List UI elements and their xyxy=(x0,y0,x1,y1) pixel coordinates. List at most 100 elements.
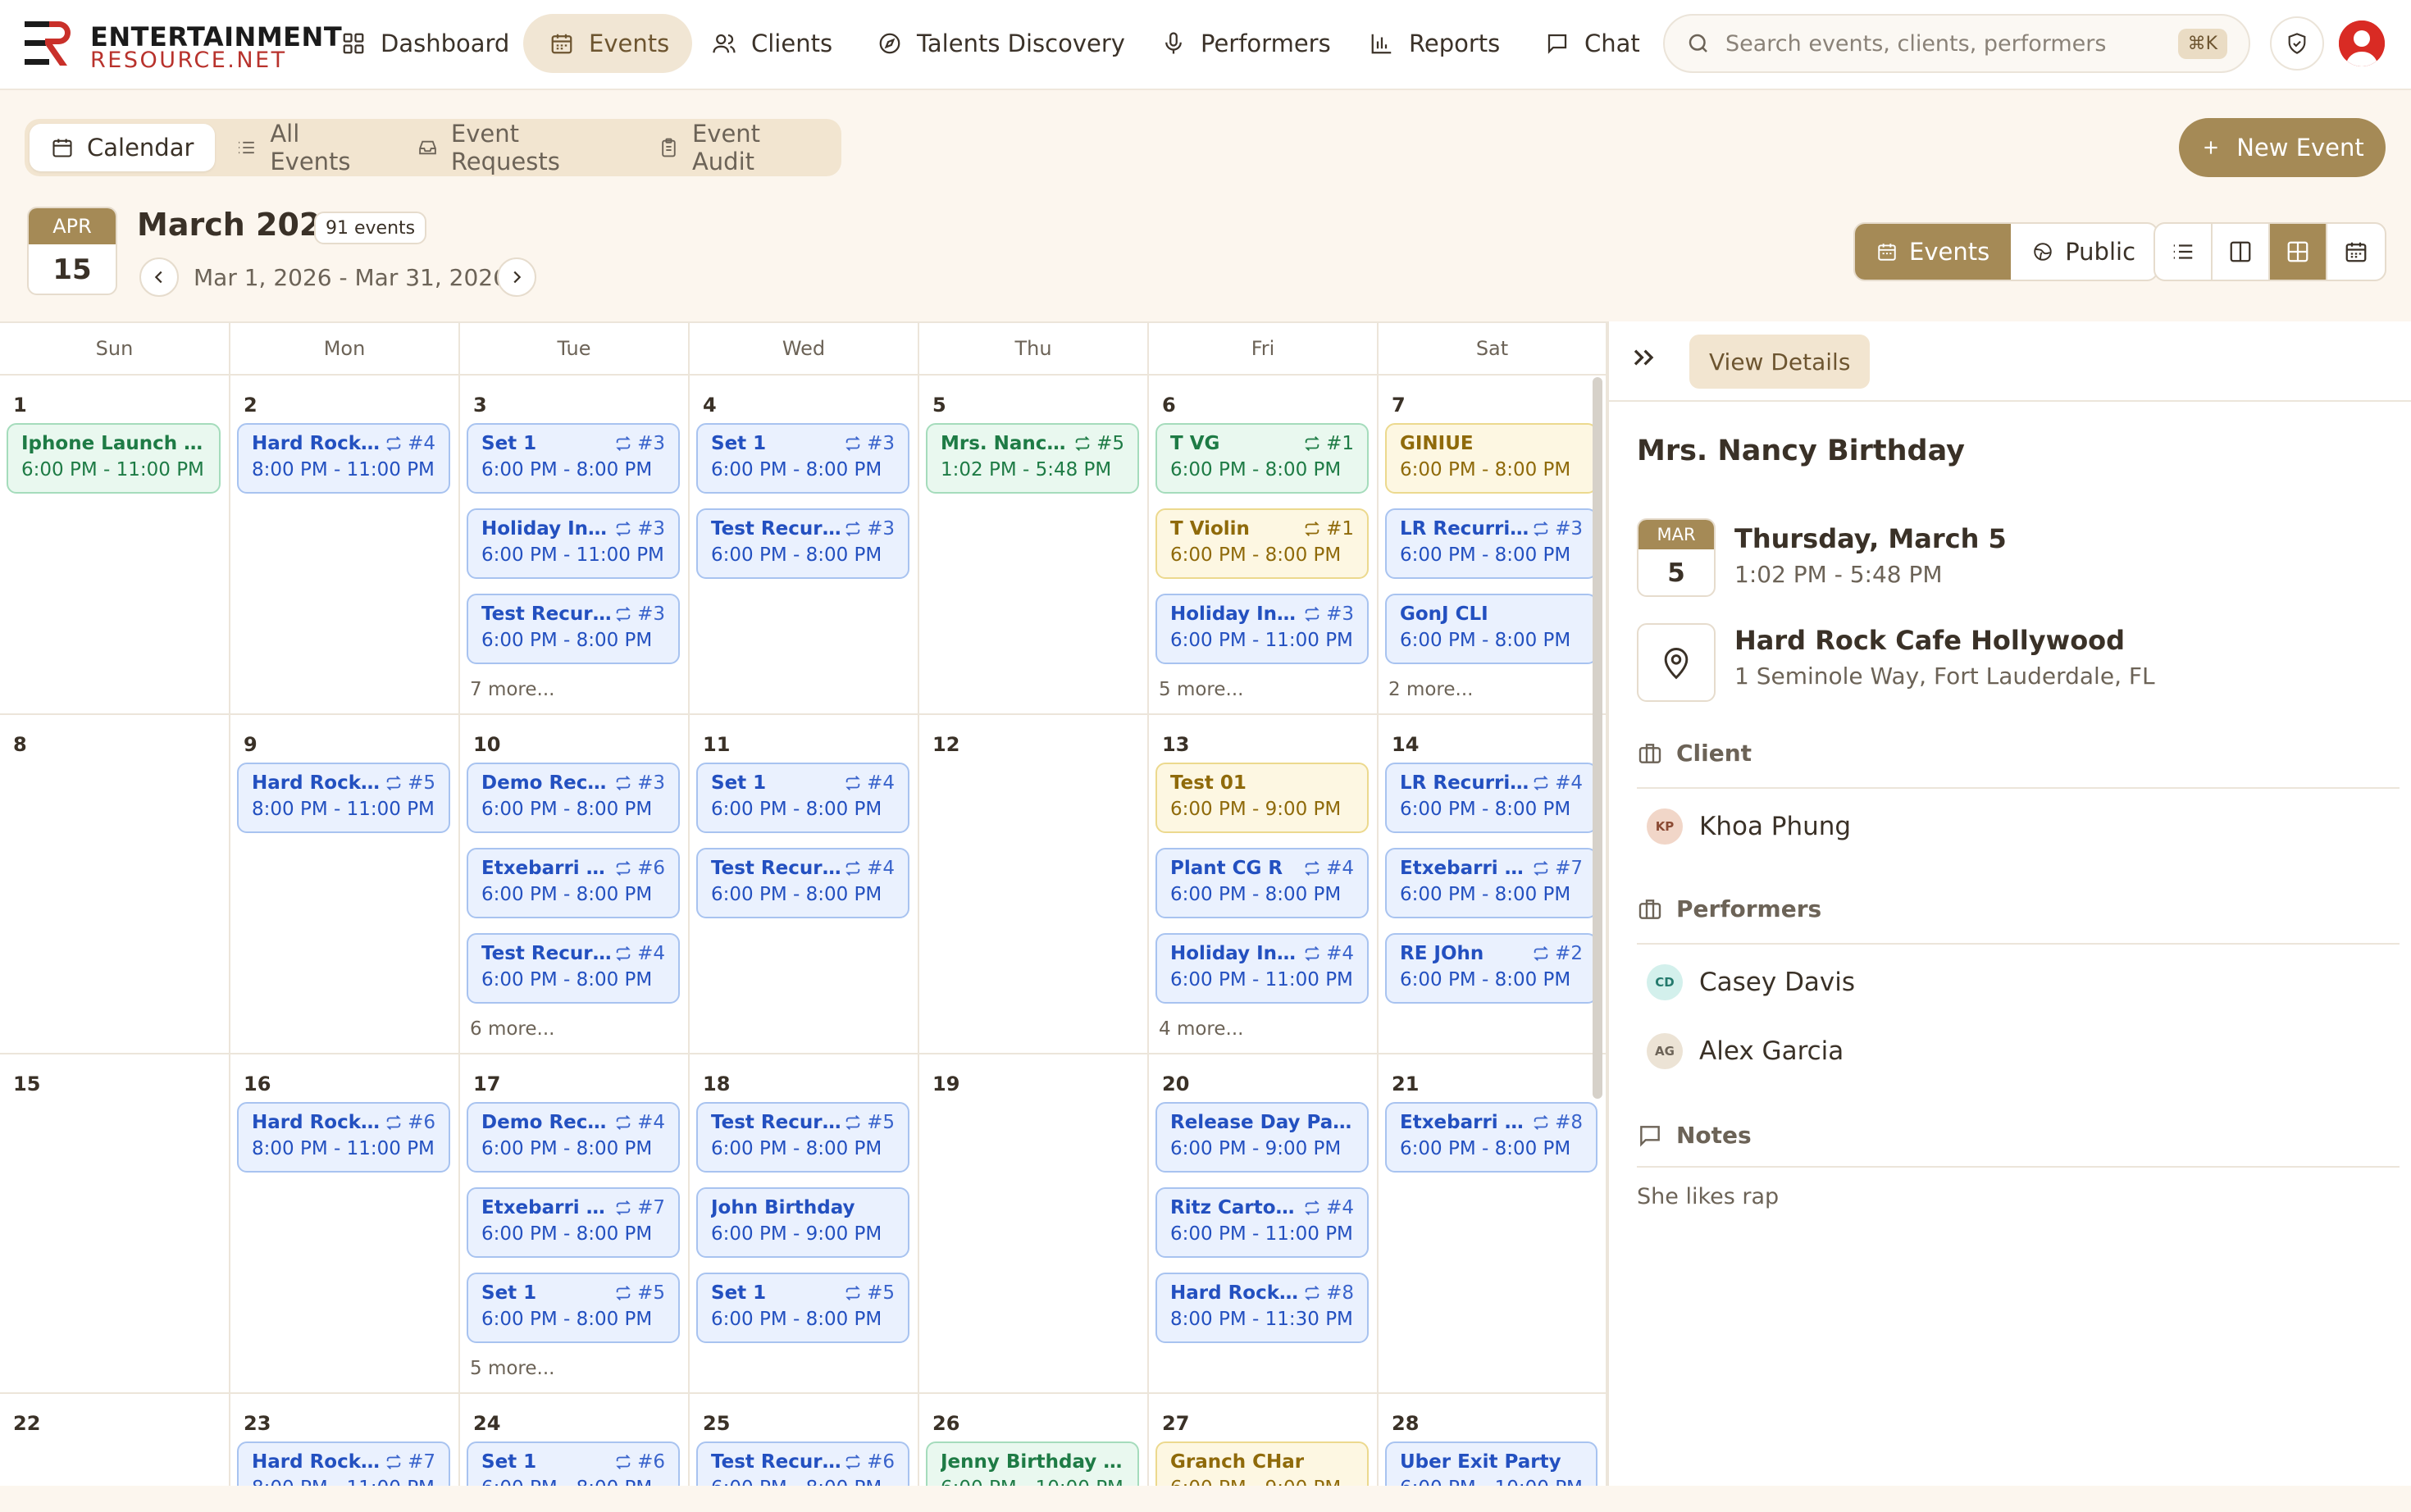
more-events-link[interactable]: 5 more... xyxy=(1159,679,1243,700)
event-chip[interactable]: Hard Rock ... #4 8:00 PM - 11:00 PM xyxy=(237,423,450,494)
day-cell[interactable]: 4Set 1#36:00 PM - 8:00 PMTest Recurri...… xyxy=(690,376,919,715)
nav-events[interactable]: Events xyxy=(523,14,693,73)
day-cell[interactable]: 24Set 1#66:00 PM - 8:00 PM xyxy=(460,1394,690,1487)
day-cell[interactable]: 27 Granch CHar6:00 PM - 9:00 PM xyxy=(1149,1394,1379,1487)
event-chip[interactable]: Test Recurri... #3 6:00 PM - 8:00 PM xyxy=(696,508,909,579)
day-cell[interactable]: 21 Etxebarri H... #8 6:00 PM - 8:00 PM xyxy=(1379,1054,1607,1394)
event-chip[interactable]: Test Recurri... #4 6:00 PM - 8:00 PM xyxy=(467,933,680,1004)
event-chip[interactable]: LR Recurrin... #4 6:00 PM - 8:00 PM xyxy=(1385,763,1597,833)
event-chip[interactable]: Set 1 #4 6:00 PM - 8:00 PM xyxy=(696,763,909,833)
day-cell[interactable]: 15 xyxy=(0,1054,230,1394)
day-cell[interactable]: 23Hard Rock ...#78:00 PM - 11:00 PM xyxy=(230,1394,460,1487)
tab-calendar[interactable]: Calendar xyxy=(30,124,216,171)
toggle-public[interactable]: Public xyxy=(2011,224,2157,280)
event-chip[interactable]: Test 01 6:00 PM - 9:00 PM xyxy=(1155,763,1369,833)
event-chip[interactable]: Holiday Inn ... #3 6:00 PM - 11:00 PM xyxy=(1155,594,1369,664)
event-chip[interactable]: John Birthday 6:00 PM - 9:00 PM xyxy=(696,1187,909,1258)
day-cell[interactable]: 14 LR Recurrin... #4 6:00 PM - 8:00 PM Etxeb… xyxy=(1379,715,1607,1054)
day-cell[interactable]: 19 xyxy=(919,1054,1149,1394)
day-cell[interactable]: 3 Set 1 #3 6:00 PM - 8:00 PM Holiday Inn ...… xyxy=(460,376,690,715)
more-events-link[interactable]: 2 more... xyxy=(1388,679,1473,700)
event-chip[interactable]: Set 1#66:00 PM - 8:00 PM xyxy=(467,1441,680,1486)
performer-row[interactable]: CD Casey Davis xyxy=(1647,964,1855,1000)
global-search[interactable]: Search events, clients, performers ⌘K xyxy=(1663,14,2250,73)
event-chip[interactable]: Test Recurri...#66:00 PM - 8:00 PM xyxy=(696,1441,909,1486)
day-cell[interactable]: 26 Jenny Birthday Pa...6:00 PM - 10:00 PM xyxy=(919,1394,1149,1487)
view-month[interactable] xyxy=(2270,224,2327,280)
view-details-button[interactable]: View Details xyxy=(1689,335,1871,389)
day-cell[interactable]: 9 Hard Rock ... #5 8:00 PM - 11:00 PM xyxy=(230,715,460,1054)
day-cell[interactable]: 25Test Recurri...#66:00 PM - 8:00 PM xyxy=(690,1394,919,1487)
tab-event-audit[interactable]: Event Audit xyxy=(637,120,836,175)
event-chip[interactable]: Set 1 #5 6:00 PM - 8:00 PM xyxy=(696,1273,909,1343)
event-chip[interactable]: Uber Exit Party6:00 PM - 10:00 PM xyxy=(1385,1441,1597,1486)
day-cell[interactable]: 18 Test Recurri... #5 6:00 PM - 8:00 PM John… xyxy=(690,1054,919,1394)
event-chip[interactable]: Etxebarri H... #6 6:00 PM - 8:00 PM xyxy=(467,848,680,918)
event-chip[interactable]: RE JOhn #2 6:00 PM - 8:00 PM xyxy=(1385,933,1597,1004)
day-cell[interactable]: 16 Hard Rock ... #6 8:00 PM - 11:00 PM xyxy=(230,1054,460,1394)
more-events-link[interactable]: 7 more... xyxy=(470,679,554,700)
day-cell[interactable]: 28 Uber Exit Party6:00 PM - 10:00 PM xyxy=(1379,1394,1607,1487)
event-chip[interactable]: Hard Rock ... #8 8:00 PM - 11:30 PM xyxy=(1155,1273,1369,1343)
event-chip[interactable]: Etxebarri H... #8 6:00 PM - 8:00 PM xyxy=(1385,1102,1597,1173)
tab-event-requests[interactable]: Event Requests xyxy=(396,120,637,175)
day-cell[interactable]: 17 Demo Recu... #4 6:00 PM - 8:00 PM Etxebar… xyxy=(460,1054,690,1394)
event-chip[interactable]: Test Recurri... #5 6:00 PM - 8:00 PM xyxy=(696,1102,909,1173)
day-cell[interactable]: 20 Release Day Party 6:00 PM - 9:00 PM Ritz… xyxy=(1149,1054,1379,1394)
event-chip[interactable]: Etxebarri H... #7 6:00 PM - 8:00 PM xyxy=(467,1187,680,1258)
event-chip[interactable]: Set 1 #3 6:00 PM - 8:00 PM xyxy=(467,423,680,494)
event-chip[interactable]: Test Recurri... #4 6:00 PM - 8:00 PM xyxy=(696,848,909,918)
tab-all-events[interactable]: All Events xyxy=(215,120,396,175)
day-cell[interactable]: 12 xyxy=(919,715,1149,1054)
day-cell[interactable]: 8 xyxy=(0,715,230,1054)
event-chip[interactable]: Test Recurri... #3 6:00 PM - 8:00 PM xyxy=(467,594,680,664)
day-cell[interactable]: 1 Iphone Launch Ev... 6:00 PM - 11:00 PM xyxy=(0,376,230,715)
event-chip[interactable]: Hard Rock ... #5 8:00 PM - 11:00 PM xyxy=(237,763,450,833)
event-chip[interactable]: Set 1 #5 6:00 PM - 8:00 PM xyxy=(467,1273,680,1343)
event-chip[interactable]: Etxebarri H... #7 6:00 PM - 8:00 PM xyxy=(1385,848,1597,918)
client-row[interactable]: KP Khoa Phung xyxy=(1647,808,1851,845)
event-chip[interactable]: Demo Recu... #3 6:00 PM - 8:00 PM xyxy=(467,763,680,833)
view-calendar[interactable] xyxy=(2327,224,2385,280)
day-cell[interactable]: 10 Demo Recu... #3 6:00 PM - 8:00 PM Etxebar… xyxy=(460,715,690,1054)
nav-dashboard[interactable]: Dashboard xyxy=(315,14,532,73)
event-chip[interactable]: Demo Recu... #4 6:00 PM - 8:00 PM xyxy=(467,1102,680,1173)
brand-logo[interactable]: ENTERTAINMENT RESOURCE.NET xyxy=(25,20,342,73)
event-chip[interactable]: T VG #1 6:00 PM - 8:00 PM xyxy=(1155,423,1369,494)
event-chip[interactable]: Jenny Birthday Pa...6:00 PM - 10:00 PM xyxy=(926,1441,1139,1486)
event-chip[interactable]: T Violin #1 6:00 PM - 8:00 PM xyxy=(1155,508,1369,579)
event-chip[interactable]: Hard Rock ... #6 8:00 PM - 11:00 PM xyxy=(237,1102,450,1173)
search-input[interactable]: Search events, clients, performers xyxy=(1725,31,2178,57)
user-avatar[interactable] xyxy=(2339,20,2385,66)
nav-reports[interactable]: Reports xyxy=(1343,14,1523,73)
nav-talents-discovery[interactable]: Talents Discovery xyxy=(851,14,1148,73)
today-button[interactable]: APR 15 xyxy=(27,207,117,295)
day-cell[interactable]: 5 Mrs. Nancy ... #5 1:02 PM - 5:48 PM xyxy=(919,376,1149,715)
new-event-button[interactable]: New Event xyxy=(2179,118,2386,177)
view-list[interactable] xyxy=(2155,224,2213,280)
day-cell[interactable]: 2 Hard Rock ... #4 8:00 PM - 11:00 PM xyxy=(230,376,460,715)
more-events-link[interactable]: 5 more... xyxy=(470,1358,554,1379)
nav-performers[interactable]: Performers xyxy=(1135,14,1354,73)
event-chip[interactable]: Granch CHar6:00 PM - 9:00 PM xyxy=(1155,1441,1369,1486)
more-events-link[interactable]: 4 more... xyxy=(1159,1018,1243,1040)
day-cell[interactable]: 22 xyxy=(0,1394,230,1487)
nav-clients[interactable]: Clients xyxy=(686,14,855,73)
event-chip[interactable]: Set 1 #3 6:00 PM - 8:00 PM xyxy=(696,423,909,494)
event-chip[interactable]: Plant CG R #4 6:00 PM - 8:00 PM xyxy=(1155,848,1369,918)
day-cell[interactable]: 7 GINIUE 6:00 PM - 8:00 PM LR Recurrin... #3… xyxy=(1379,376,1607,715)
event-chip[interactable]: Holiday Inn ... #3 6:00 PM - 11:00 PM xyxy=(467,508,680,579)
view-split[interactable] xyxy=(2213,224,2270,280)
event-chip[interactable]: Mrs. Nancy ... #5 1:02 PM - 5:48 PM xyxy=(926,423,1139,494)
toggle-events[interactable]: Events xyxy=(1855,224,2012,280)
calendar-scrollbar[interactable] xyxy=(1593,377,1602,1099)
event-chip[interactable]: GonJ CLI 6:00 PM - 8:00 PM xyxy=(1385,594,1597,664)
prev-month-button[interactable] xyxy=(139,257,179,297)
day-cell[interactable]: 11Set 1#46:00 PM - 8:00 PMTest Recurri..… xyxy=(690,715,919,1054)
collapse-panel-button[interactable] xyxy=(1627,341,1660,374)
day-cell[interactable]: 6 T VG #1 6:00 PM - 8:00 PM T Violin #1 6:00 P… xyxy=(1149,376,1379,715)
more-events-link[interactable]: 6 more... xyxy=(470,1018,554,1040)
day-cell[interactable]: 13 Test 01 6:00 PM - 9:00 PM Plant CG R #4 6:… xyxy=(1149,715,1379,1054)
nav-chat[interactable]: Chat xyxy=(1519,14,1663,73)
performer-row[interactable]: AG Alex Garcia xyxy=(1647,1033,1844,1069)
